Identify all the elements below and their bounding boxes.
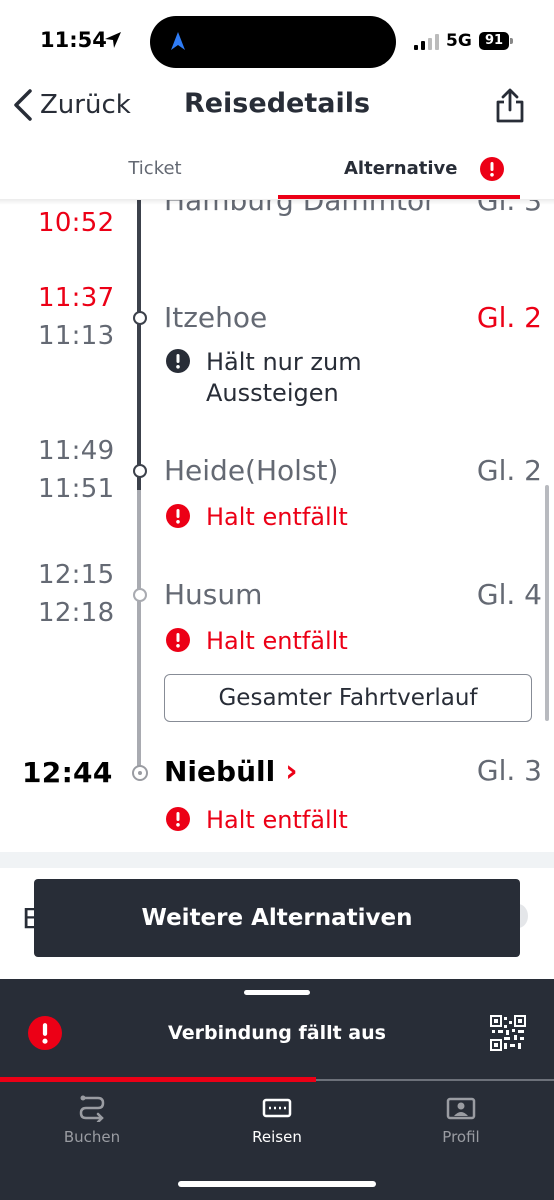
share-icon[interactable] — [494, 88, 526, 124]
warning-icon — [166, 807, 190, 831]
stop-notice-text: Hält nur zum Aussteigen — [206, 348, 362, 407]
track: Gl. 2 — [476, 301, 542, 334]
chevron-left-icon — [14, 89, 32, 121]
chevron-right-icon: › — [285, 754, 298, 789]
departure-time: 10:52 — [38, 208, 115, 238]
warning-icon — [166, 628, 190, 652]
departure-time: 11:51 — [38, 474, 115, 504]
home-indicator[interactable] — [178, 1181, 376, 1187]
battery-icon: 91 — [479, 32, 509, 50]
arrival-time: 12:44 — [22, 756, 113, 789]
sheet-grabber[interactable] — [244, 990, 310, 995]
stop-dot — [133, 588, 147, 602]
warning-icon — [166, 504, 190, 528]
nav-reisen[interactable]: Reisen — [217, 1094, 337, 1146]
nav-label: Buchen — [63, 1128, 121, 1146]
station-name: Heide(Holst) — [164, 454, 339, 487]
nav-label: Profil — [442, 1128, 480, 1146]
nav-profil[interactable]: Profil — [401, 1094, 521, 1146]
stop-dot — [133, 464, 147, 478]
location-arrow-icon — [105, 32, 121, 48]
track: Gl. 4 — [476, 578, 542, 611]
nav-buchen[interactable]: Buchen — [32, 1094, 152, 1146]
signal-icon — [414, 34, 439, 50]
stop-notice-text: Halt entfällt — [206, 503, 348, 531]
destination-dot — [132, 765, 148, 781]
nav-label: Reisen — [252, 1128, 302, 1146]
tab-alternative[interactable]: Alternative — [280, 157, 520, 200]
qr-code-icon[interactable] — [490, 1015, 526, 1051]
departure-time: 12:18 — [38, 598, 115, 628]
full-route-button[interactable]: Gesamter Fahrtverlauf — [164, 674, 532, 722]
route-icon — [79, 1095, 105, 1122]
navigation-arrow-icon — [171, 32, 185, 50]
profile-icon — [446, 1097, 476, 1120]
tab-ticket[interactable]: Ticket — [70, 158, 240, 179]
battery-cap — [510, 38, 513, 44]
stop-notice: Halt entfällt — [166, 502, 348, 533]
header-shadow — [0, 199, 554, 205]
more-alternatives-button[interactable]: Weitere Alternativen — [34, 879, 520, 957]
station-name: Itzehoe — [164, 301, 268, 334]
timeline: Hamburg Dammtor Gl. 3 10:52 11:37 11:13 … — [0, 200, 554, 852]
stop-dot — [133, 311, 147, 325]
scrollbar[interactable] — [545, 485, 549, 721]
back-label: Zurück — [40, 90, 131, 120]
warning-icon — [480, 157, 504, 181]
arrival-time: 11:49 — [38, 436, 115, 466]
stop-notice: Hält nur zum Aussteigen — [166, 347, 406, 409]
status-time: 11:54 — [40, 28, 107, 52]
arrival-time: 11:37 — [38, 283, 115, 313]
departure-time: 11:13 — [38, 321, 115, 351]
back-button[interactable]: Zurück — [12, 88, 131, 122]
ticket-icon — [262, 1098, 292, 1118]
station-name: Niebüll — [164, 755, 276, 788]
warning-icon — [28, 1016, 62, 1050]
stop-notice: Halt entfällt — [166, 626, 348, 657]
station-name: Husum — [164, 578, 263, 611]
destination-link[interactable]: Niebüll › — [164, 754, 298, 789]
stop-notice-text: Halt entfällt — [206, 806, 348, 834]
info-icon — [166, 349, 190, 373]
track: Gl. 3 — [476, 754, 542, 787]
tab-alternative-label: Alternative — [344, 158, 458, 179]
section-divider — [0, 852, 554, 868]
track: Gl. 2 — [476, 454, 542, 487]
timeline-line-travelled — [137, 200, 141, 490]
arrival-time: 12:15 — [38, 560, 115, 590]
stop-notice: Halt entfällt — [166, 805, 348, 836]
dynamic-island — [150, 16, 396, 68]
timeline-line-upcoming — [137, 490, 141, 770]
bottom-panel — [0, 979, 554, 1200]
stop-notice-text: Halt entfällt — [206, 627, 348, 655]
progress-fill — [0, 1077, 316, 1082]
network-type: 5G — [446, 31, 472, 51]
